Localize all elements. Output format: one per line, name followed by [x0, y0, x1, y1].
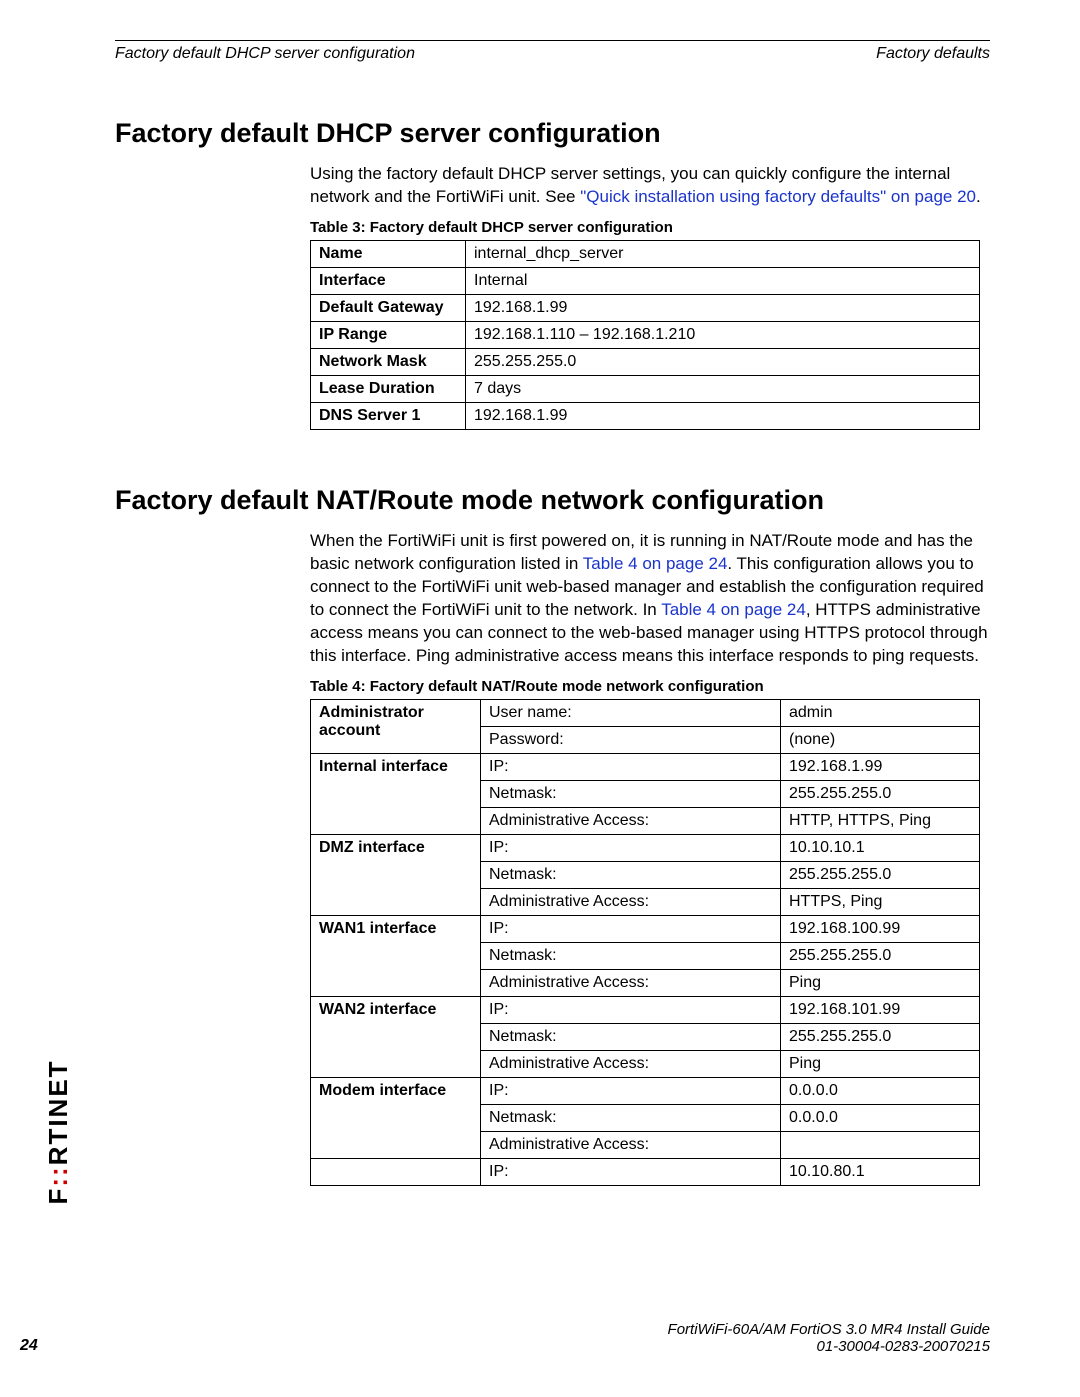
cfg-key: IP:	[481, 834, 781, 861]
quick-install-link[interactable]: "Quick installation using factory defaul…	[580, 187, 976, 206]
cfg-key: IP:	[481, 753, 781, 780]
table-row: DMZ interfaceIP:10.10.10.1	[311, 834, 980, 861]
running-head-right: Factory defaults	[876, 45, 990, 63]
cfg-value: 7 days	[466, 375, 980, 402]
cfg-key: User name:	[481, 699, 781, 726]
table4-link-2[interactable]: Table 4 on page 24	[661, 600, 806, 619]
cfg-group-label	[311, 1158, 481, 1185]
cfg-value: 192.168.1.99	[781, 753, 980, 780]
cfg-label: IP Range	[311, 321, 466, 348]
cfg-value: 255.255.255.0	[781, 1023, 980, 1050]
table-row: InterfaceInternal	[311, 267, 980, 294]
cfg-key: Administrative Access:	[481, 807, 781, 834]
cfg-value: HTTP, HTTPS, Ping	[781, 807, 980, 834]
cfg-key: Netmask:	[481, 1023, 781, 1050]
cfg-value	[781, 1131, 980, 1158]
section-2-paragraph: When the FortiWiFi unit is first powered…	[310, 530, 990, 668]
table-row: Network Mask255.255.255.0	[311, 348, 980, 375]
table-4-caption: Table 4: Factory default NAT/Route mode …	[310, 678, 990, 695]
cfg-label: DNS Server 1	[311, 402, 466, 429]
cfg-group-label: WAN1 interface	[311, 915, 481, 996]
table-row: Administrator accountUser name:admin	[311, 699, 980, 726]
cfg-value: 192.168.1.99	[466, 294, 980, 321]
cfg-label: Network Mask	[311, 348, 466, 375]
footer-docid: 01-30004-0283-20070215	[115, 1338, 990, 1355]
section-1-title: Factory default DHCP server configuratio…	[115, 118, 990, 149]
cfg-value: admin	[781, 699, 980, 726]
table-3: Nameinternal_dhcp_serverInterfaceInterna…	[310, 240, 980, 430]
footer-title: FortiWiFi-60A/AM FortiOS 3.0 MR4 Install…	[115, 1321, 990, 1338]
table-row: IP Range192.168.1.110 – 192.168.1.210	[311, 321, 980, 348]
table-4: Administrator accountUser name:adminPass…	[310, 699, 980, 1186]
table4-link-1[interactable]: Table 4 on page 24	[583, 554, 728, 573]
cfg-value: 192.168.1.110 – 192.168.1.210	[466, 321, 980, 348]
table-row: WAN2 interfaceIP:192.168.101.99	[311, 996, 980, 1023]
table-row: Nameinternal_dhcp_server	[311, 240, 980, 267]
cfg-value: 255.255.255.0	[781, 861, 980, 888]
cfg-value: 192.168.1.99	[466, 402, 980, 429]
section-1-paragraph: Using the factory default DHCP server se…	[310, 163, 990, 209]
para-text-end: .	[976, 187, 981, 206]
cfg-value: 255.255.255.0	[781, 942, 980, 969]
table-row: DNS Server 1192.168.1.99	[311, 402, 980, 429]
cfg-key: IP:	[481, 1077, 781, 1104]
cfg-key: Administrative Access:	[481, 1050, 781, 1077]
svg-text:F::RTINET: F::RTINET	[43, 1059, 73, 1204]
cfg-key: Netmask:	[481, 780, 781, 807]
fortinet-logo: F::RTINET	[42, 1022, 80, 1242]
cfg-key: Administrative Access:	[481, 888, 781, 915]
cfg-group-label: Administrator account	[311, 699, 481, 753]
cfg-value: Internal	[466, 267, 980, 294]
page-number: 24	[20, 1337, 38, 1355]
cfg-group-label: DMZ interface	[311, 834, 481, 915]
cfg-value: internal_dhcp_server	[466, 240, 980, 267]
table-3-caption: Table 3: Factory default DHCP server con…	[310, 219, 990, 236]
table-row: Modem interfaceIP:0.0.0.0	[311, 1077, 980, 1104]
cfg-label: Interface	[311, 267, 466, 294]
cfg-value: Ping	[781, 1050, 980, 1077]
cfg-key: Netmask:	[481, 1104, 781, 1131]
cfg-value: (none)	[781, 726, 980, 753]
table-row: Internal interfaceIP:192.168.1.99	[311, 753, 980, 780]
cfg-key: IP:	[481, 915, 781, 942]
cfg-key: Administrative Access:	[481, 1131, 781, 1158]
cfg-value: 255.255.255.0	[466, 348, 980, 375]
cfg-group-label: Modem interface	[311, 1077, 481, 1158]
cfg-key: IP:	[481, 996, 781, 1023]
cfg-key: Netmask:	[481, 861, 781, 888]
table-row: IP:10.10.80.1	[311, 1158, 980, 1185]
cfg-key: Password:	[481, 726, 781, 753]
table-row: Default Gateway192.168.1.99	[311, 294, 980, 321]
running-head-left: Factory default DHCP server configuratio…	[115, 45, 415, 63]
cfg-value: 10.10.80.1	[781, 1158, 980, 1185]
cfg-value: 0.0.0.0	[781, 1077, 980, 1104]
running-head: Factory default DHCP server configuratio…	[115, 45, 990, 63]
cfg-label: Default Gateway	[311, 294, 466, 321]
cfg-group-label: Internal interface	[311, 753, 481, 834]
cfg-label: Lease Duration	[311, 375, 466, 402]
section-2-title: Factory default NAT/Route mode network c…	[115, 485, 990, 516]
cfg-key: Administrative Access:	[481, 969, 781, 996]
cfg-group-label: WAN2 interface	[311, 996, 481, 1077]
cfg-label: Name	[311, 240, 466, 267]
table-row: Lease Duration7 days	[311, 375, 980, 402]
cfg-value: 0.0.0.0	[781, 1104, 980, 1131]
cfg-key: IP:	[481, 1158, 781, 1185]
table-row: WAN1 interfaceIP:192.168.100.99	[311, 915, 980, 942]
cfg-value: HTTPS, Ping	[781, 888, 980, 915]
cfg-value: 192.168.101.99	[781, 996, 980, 1023]
cfg-value: 10.10.10.1	[781, 834, 980, 861]
cfg-value: 255.255.255.0	[781, 780, 980, 807]
page-footer: 24 FortiWiFi-60A/AM FortiOS 3.0 MR4 Inst…	[115, 1321, 990, 1355]
cfg-key: Netmask:	[481, 942, 781, 969]
cfg-value: 192.168.100.99	[781, 915, 980, 942]
cfg-value: Ping	[781, 969, 980, 996]
